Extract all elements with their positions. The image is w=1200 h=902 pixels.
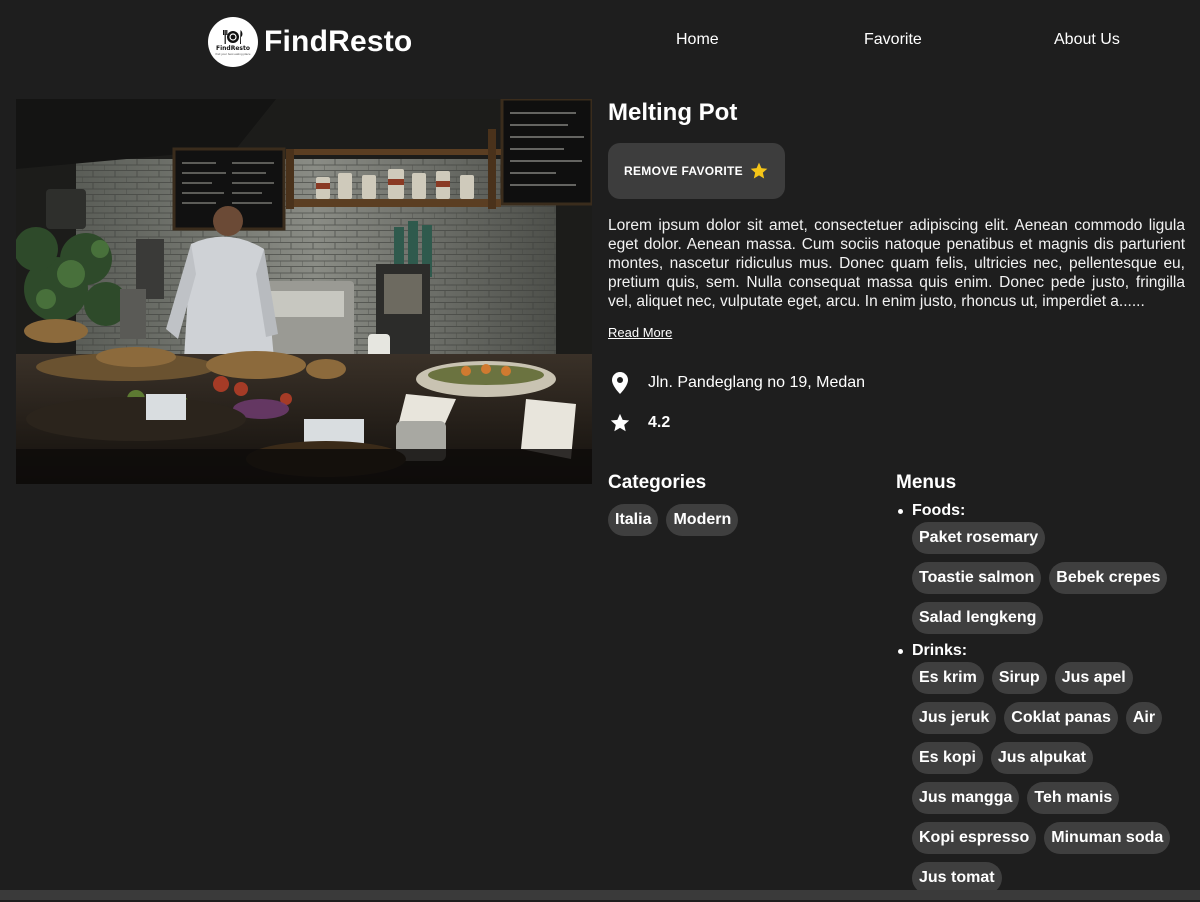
footer-bar (0, 890, 1200, 900)
menu-chip: Sirup (991, 662, 1047, 694)
categories-title: Categories (608, 472, 707, 493)
restaurant-detail: Melting Pot REMOVE FAVORITE Lorem ipsum … (608, 99, 1185, 436)
menu-chip: Jus alpukat (990, 742, 1093, 774)
food-chips: Paket rosemary Toastie salmon Bebek crep… (912, 514, 1186, 634)
categories-section: Categories Italia Modern (608, 472, 746, 536)
logo: FindResto find your best eating place (208, 17, 258, 67)
restaurant-description: Lorem ipsum dolor sit amet, consectetuer… (608, 217, 1185, 310)
read-more-link[interactable]: Read More (608, 325, 672, 340)
location-pin-icon (608, 372, 632, 394)
category-chip: Italia (608, 504, 659, 536)
menu-chip: Kopi espresso (912, 822, 1037, 854)
menu-group-drinks: Drinks: Es krim Sirup Jus apel Jus jeruk… (896, 642, 1186, 894)
menu-chip: Jus mangga (912, 782, 1020, 814)
logo-text: FindResto (216, 44, 250, 52)
menu-chip: Salad lengkeng (912, 602, 1044, 634)
address-row: Jln. Pandeglang no 19, Medan (608, 370, 1185, 396)
category-chip: Modern (666, 504, 739, 536)
menu-chip: Es krim (912, 662, 984, 694)
rating-row: 4.2 (608, 410, 1185, 436)
category-chips: Italia Modern (608, 496, 746, 536)
remove-favorite-label: REMOVE FAVORITE (624, 164, 743, 178)
menu-chip: Toastie salmon (912, 562, 1042, 594)
menus-section: Menus Foods: Paket rosemary Toastie salm… (896, 472, 1186, 902)
nav-favorite[interactable]: Favorite (864, 31, 922, 49)
remove-favorite-button[interactable]: REMOVE FAVORITE (608, 143, 785, 199)
nav-home[interactable]: Home (676, 31, 719, 49)
nav-about-us[interactable]: About Us (1054, 31, 1120, 49)
brand[interactable]: FindResto find your best eating place Fi… (208, 17, 412, 67)
menu-chip: Paket rosemary (912, 522, 1046, 554)
plate-cutlery-icon (223, 29, 243, 44)
app-header: FindResto find your best eating place Fi… (0, 0, 1200, 84)
menu-chip: Minuman soda (1044, 822, 1171, 854)
restaurant-address: Jln. Pandeglang no 19, Medan (648, 374, 866, 391)
restaurant-rating: 4.2 (648, 414, 671, 431)
menu-chip: Coklat panas (1004, 702, 1118, 734)
logo-tagline: find your best eating place (215, 51, 251, 56)
menu-chip: Jus apel (1054, 662, 1133, 694)
restaurant-image (16, 99, 592, 484)
menu-list: Foods: Paket rosemary Toastie salmon Beb… (896, 502, 1186, 894)
menus-title: Menus (896, 472, 957, 493)
restaurant-name: Melting Pot (608, 99, 738, 126)
menu-chip: Jus jeruk (912, 702, 997, 734)
menu-chip: Air (1125, 702, 1163, 734)
brand-name: FindResto (264, 25, 413, 58)
menu-chip: Teh manis (1027, 782, 1120, 814)
menu-group-foods: Foods: Paket rosemary Toastie salmon Beb… (896, 502, 1186, 634)
star-icon (749, 161, 769, 181)
star-icon (608, 412, 632, 434)
drink-chips: Es krim Sirup Jus apel Jus jeruk Coklat … (912, 654, 1186, 894)
menu-chip: Bebek crepes (1049, 562, 1168, 594)
menu-chip: Es kopi (912, 742, 983, 774)
